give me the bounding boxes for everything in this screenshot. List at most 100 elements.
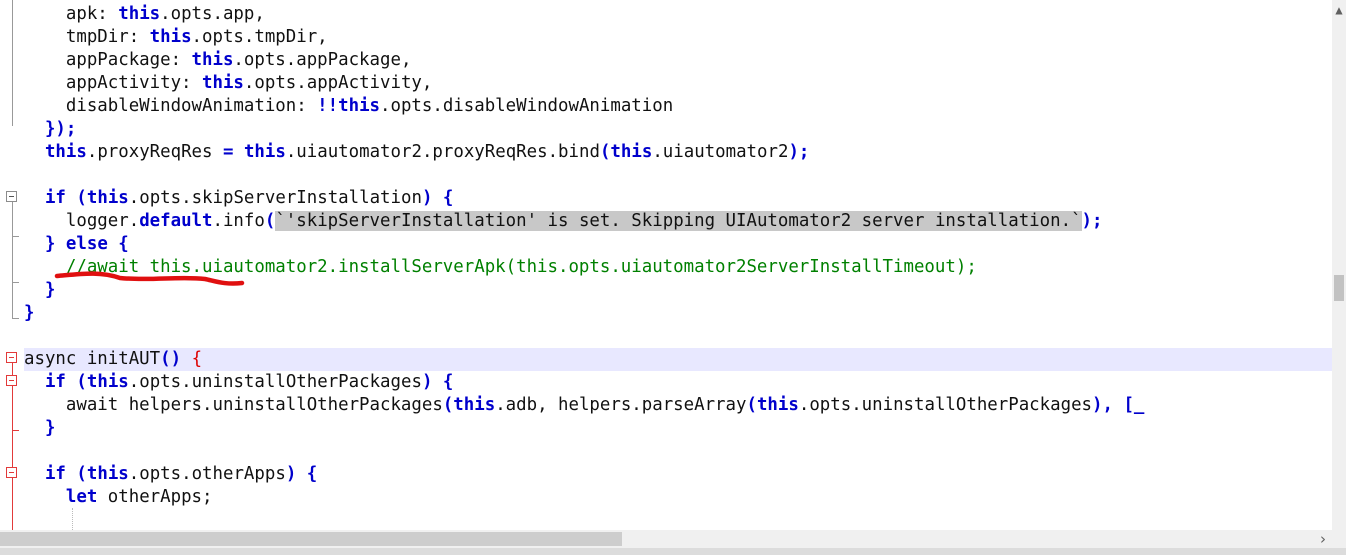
fold-margin	[0, 0, 22, 530]
code-line[interactable]: let otherApps;	[24, 486, 1332, 509]
code-token: .opts.tmpDir,	[191, 27, 328, 47]
code-token: .opts.otherApps	[128, 464, 286, 484]
horizontal-scrollbar[interactable]: ›	[0, 530, 1332, 548]
code-token: =	[222, 142, 234, 162]
code-token: this	[243, 142, 286, 162]
code-token: .opts.skipServerInstallation	[128, 188, 422, 208]
code-token: (	[746, 395, 757, 415]
scroll-right-icon[interactable]: ›	[1314, 530, 1332, 548]
code-token: }	[24, 303, 35, 323]
fold-line	[12, 0, 13, 126]
code-token: if	[44, 372, 66, 392]
vertical-scroll-thumb[interactable]	[1334, 275, 1344, 301]
code-line[interactable]: //await this.uiautomator2.installServerA…	[24, 256, 1332, 279]
fold-toggle-icon[interactable]	[6, 352, 17, 363]
code-token: disableWindowAnimation:	[65, 96, 318, 116]
code-token: });	[44, 119, 77, 139]
code-token: (	[442, 395, 454, 415]
code-token: .uiautomator2	[652, 142, 789, 162]
fold-end-marker	[12, 430, 19, 431]
code-token: .opts.app,	[160, 4, 265, 24]
code-token: .opts.disableWindowAnimation	[380, 96, 674, 116]
code-token: this	[86, 372, 129, 392]
code-token: .info	[212, 211, 265, 231]
scroll-up-icon[interactable]: ▲	[1332, 0, 1346, 20]
code-token: ),	[1092, 395, 1113, 415]
code-line[interactable]: }	[24, 279, 1332, 302]
code-token: .opts.uninstallOtherPackages	[798, 395, 1093, 415]
code-line[interactable]: appActivity: this.opts.appActivity,	[24, 72, 1332, 95]
code-token: (	[599, 142, 611, 162]
fold-line	[12, 202, 13, 282]
code-token: appActivity:	[65, 73, 203, 93]
fold-toggle-icon[interactable]	[6, 467, 17, 478]
code-line[interactable]: if (this.opts.otherApps) {	[24, 463, 1332, 486]
code-token: appPackage:	[65, 50, 192, 70]
code-line[interactable]: this.proxyReqRes = this.uiautomator2.pro…	[24, 141, 1332, 164]
code-line[interactable]: tmpDir: this.opts.tmpDir,	[24, 26, 1332, 49]
code-line[interactable]: logger.default.info(`'skipServerInstalla…	[24, 210, 1332, 233]
code-line[interactable]: if (this.opts.skipServerInstallation) {	[24, 187, 1332, 210]
code-token: );	[1081, 211, 1103, 231]
code-token: .opts.uninstallOtherPackages	[128, 372, 422, 392]
code-line[interactable]: appPackage: this.opts.appPackage,	[24, 49, 1332, 72]
code-line[interactable]	[24, 325, 1332, 348]
code-token: this	[86, 188, 129, 208]
code-line[interactable]	[24, 164, 1332, 187]
code-token: else	[65, 234, 108, 254]
code-line[interactable]: } else {	[24, 233, 1332, 256]
code-token: }	[44, 234, 56, 254]
code-token: .uiautomator2.proxyReqRes.bind	[285, 142, 600, 162]
code-line[interactable]: if (this.opts.uninstallOtherPackages) {	[24, 371, 1332, 394]
code-line[interactable]: }	[24, 302, 1332, 325]
code-token: .adb, helpers.parseArray	[495, 395, 747, 415]
code-line[interactable]: });	[24, 118, 1332, 141]
indent-guide	[72, 508, 73, 530]
code-line[interactable]: disableWindowAnimation: !!this.opts.disa…	[24, 95, 1332, 118]
fold-toggle-icon[interactable]	[6, 191, 17, 202]
scrollbar-corner	[1332, 530, 1346, 548]
code-line[interactable]	[24, 440, 1332, 463]
horizontal-scroll-thumb[interactable]	[0, 532, 622, 546]
code-token: (	[264, 211, 276, 231]
fold-line	[12, 282, 13, 318]
code-line[interactable]: }	[24, 417, 1332, 440]
code-token: this	[149, 27, 192, 47]
vertical-scrollbar[interactable]: ▲	[1332, 0, 1346, 530]
code-line[interactable]: apk: this.opts.app,	[24, 3, 1332, 26]
code-token: )	[285, 464, 297, 484]
code-token: //await this.uiautomator2.installServerA…	[65, 257, 977, 277]
code-token: let	[65, 487, 98, 507]
code-token: (	[76, 188, 87, 208]
code-token: }	[44, 418, 56, 438]
code-token: this	[756, 395, 799, 415]
code-token: [_	[1123, 395, 1145, 415]
code-token: )	[421, 188, 433, 208]
code-token: {	[442, 372, 454, 392]
code-editor[interactable]: apk: this.opts.app, tmpDir: this.opts.tm…	[0, 0, 1332, 530]
code-line[interactable]: await helpers.uninstallOtherPackages(thi…	[24, 394, 1332, 417]
code-token: this	[338, 96, 381, 116]
code-token: (	[76, 372, 87, 392]
fold-toggle-icon[interactable]	[6, 375, 17, 386]
status-bar	[0, 548, 1346, 555]
code-line[interactable]: async initAUT() {	[24, 348, 1332, 371]
